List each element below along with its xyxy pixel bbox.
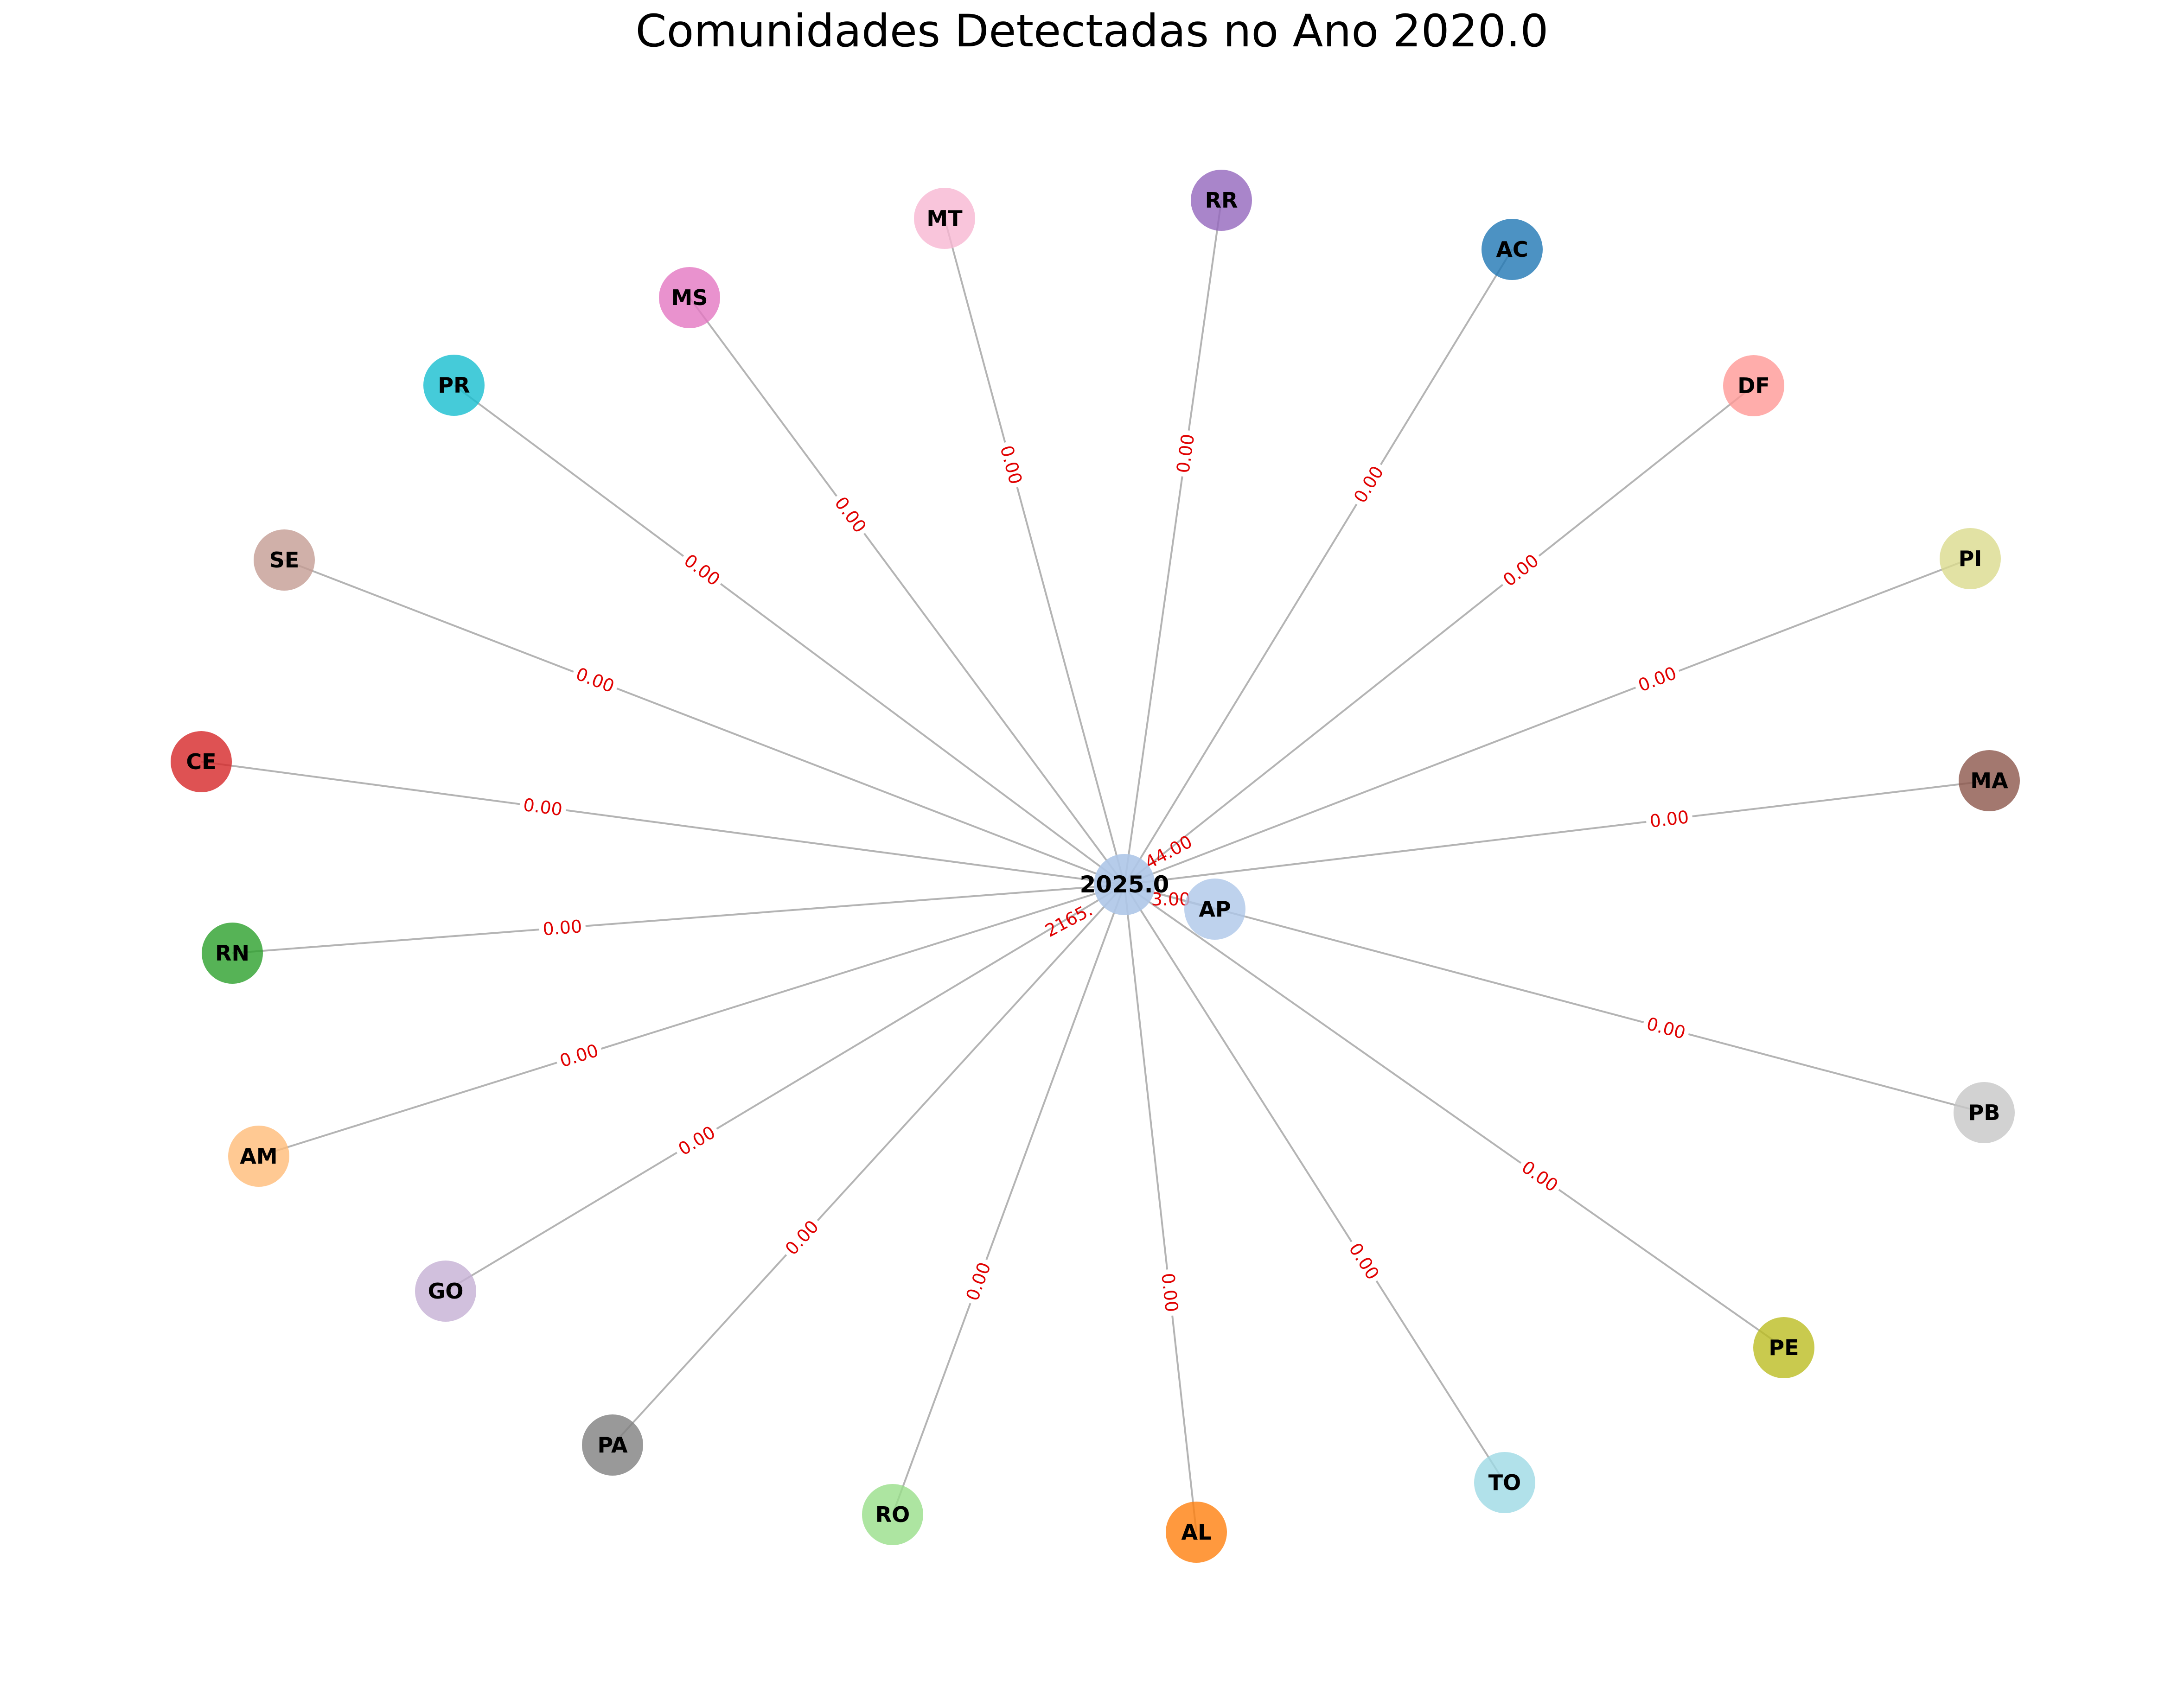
center-node-label: 2025.0	[1080, 871, 1169, 898]
edge-ce	[201, 761, 1125, 885]
edge-label-rn: 0.00	[542, 916, 583, 939]
node-label-rr: RR	[1205, 188, 1238, 213]
edge-label-se: 0.00	[573, 663, 617, 697]
node-label-go: GO	[428, 1279, 464, 1304]
edge-ro	[892, 884, 1125, 1515]
edge-pe	[1124, 884, 1785, 1349]
node-label-al: AL	[1181, 1520, 1212, 1545]
node-label-pr: PR	[438, 373, 470, 398]
edge-ac	[1124, 248, 1513, 885]
edge-label-center-1: 2165.	[1042, 899, 1096, 941]
chart-title: Comunidades Detectadas no Ano 2020.0	[636, 5, 1549, 57]
edge-rn	[232, 884, 1125, 954]
node-label-df: DF	[1737, 373, 1770, 398]
edge-rr	[1124, 200, 1222, 885]
node-label-ro: RO	[875, 1502, 910, 1527]
node-label-to: TO	[1488, 1470, 1521, 1495]
node-label-ap: AP	[1199, 897, 1231, 922]
edge-label-ma: 0.00	[1648, 807, 1690, 832]
edge-pb	[1124, 884, 1985, 1114]
node-label-ce: CE	[186, 749, 216, 774]
edge-mt	[944, 218, 1125, 885]
edge-label-ro: 0.00	[962, 1260, 995, 1304]
edge-label-pb: 0.00	[1644, 1013, 1687, 1043]
node-label-pa: PA	[597, 1433, 627, 1458]
node-label-pb: PB	[1968, 1100, 2000, 1125]
edge-am	[258, 884, 1125, 1157]
edge-pa	[612, 884, 1125, 1446]
edge-label-rr: 0.00	[1173, 433, 1198, 474]
edge-label-pi: 0.00	[1635, 662, 1680, 695]
node-label-pe: PE	[1769, 1335, 1799, 1360]
nodes-layer: AC AL AM AP CE DF GO MA MS MT PA PB PE PI PR RN RO RR SE TO…	[171, 170, 2020, 1563]
node-label-mt: MT	[926, 206, 963, 231]
edge-label-am: 0.00	[557, 1040, 601, 1071]
edge-ma	[1124, 780, 1990, 885]
edge-se	[284, 559, 1125, 885]
edge-go	[445, 884, 1125, 1292]
node-label-rn: RN	[215, 941, 249, 966]
node-label-am: AM	[240, 1144, 277, 1169]
node-label-ms: MS	[671, 285, 708, 310]
node-label-se: SE	[269, 548, 300, 573]
node-label-ac: AC	[1496, 237, 1528, 262]
node-label-pi: PI	[1959, 546, 1982, 571]
network-graph: Comunidades Detectadas no Ano 2020.0 0.0…	[171, 5, 2020, 1563]
edge-pi	[1124, 558, 1971, 885]
node-label-ma: MA	[1970, 768, 2008, 793]
edge-label-mt: 0.00	[996, 443, 1026, 486]
edge-ms	[689, 297, 1125, 885]
edge-label-ce: 0.00	[522, 795, 564, 820]
edge-label-al: 0.00	[1157, 1272, 1182, 1313]
